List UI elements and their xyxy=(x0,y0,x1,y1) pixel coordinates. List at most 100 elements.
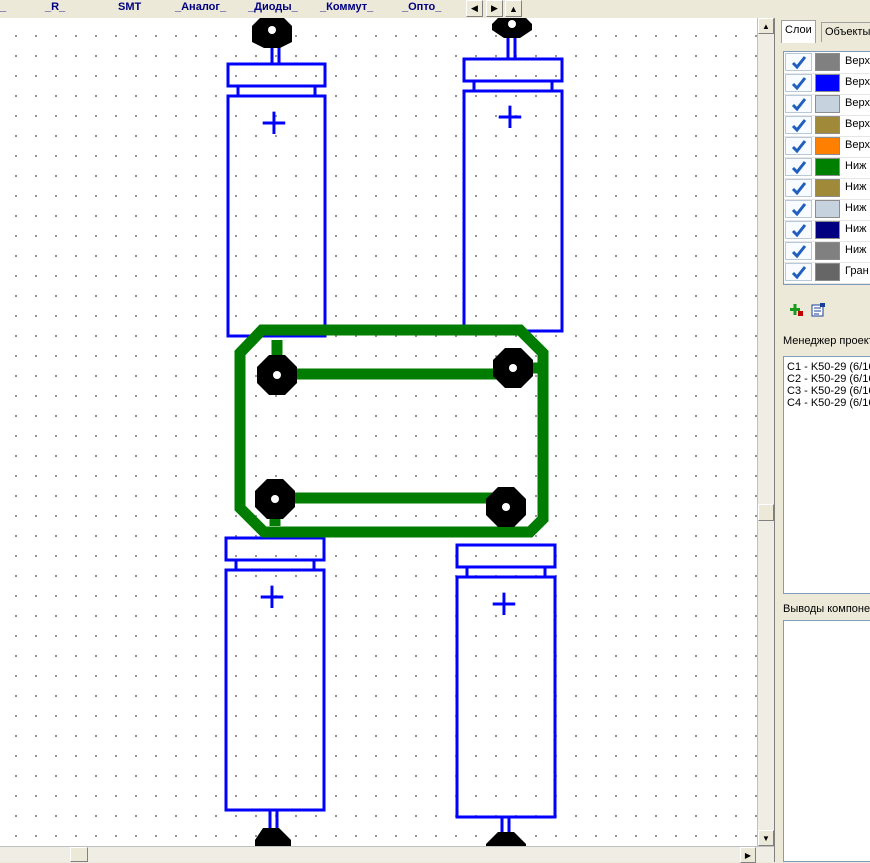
canvas-horizontal-scrollbar[interactable]: ▶ xyxy=(0,846,774,863)
tab-objects[interactable]: Объекты xyxy=(821,22,870,42)
layer-visible-checkbox[interactable] xyxy=(785,137,812,155)
layer-color-swatch[interactable] xyxy=(815,242,840,260)
layer-color-swatch[interactable] xyxy=(815,95,840,113)
layer-name: Ниж xyxy=(845,223,867,235)
project-manager-list[interactable]: C1 - K50-29 (6/16 C2 - K50-29 (6/16 C3 -… xyxy=(783,356,870,594)
tabs-scroll-left-icon[interactable]: ◀ xyxy=(466,0,483,17)
layer-color-swatch[interactable] xyxy=(815,53,840,71)
layer-name: Верх xyxy=(845,97,870,109)
capacitor-c3-cap xyxy=(224,536,326,562)
layer-row[interactable]: Верх xyxy=(784,136,870,158)
layer-color-swatch[interactable] xyxy=(815,200,840,218)
layer-name: Верх xyxy=(845,118,870,130)
layer-visible-checkbox[interactable] xyxy=(785,74,812,92)
layer-visible-checkbox[interactable] xyxy=(785,179,812,197)
capacitor-c4-cap xyxy=(455,543,557,569)
add-layer-icon[interactable] xyxy=(788,302,804,318)
vertical-scroll-thumb[interactable] xyxy=(758,504,774,521)
list-item[interactable]: C2 - K50-29 (6/16 xyxy=(784,373,870,385)
layer-color-swatch[interactable] xyxy=(815,221,840,239)
layer-properties-icon[interactable] xyxy=(810,302,826,318)
layer-name: Гран xyxy=(845,265,869,277)
layer-name: Ниж xyxy=(845,202,867,214)
layer-name: Ниж xyxy=(845,181,867,193)
pad-hole-6 xyxy=(508,20,516,28)
check-icon xyxy=(791,224,807,238)
pad-hole-5 xyxy=(268,26,276,34)
component-pins-label: Выводы компонента xyxy=(783,603,870,615)
list-item[interactable]: C3 - K50-29 (6/16 xyxy=(784,385,870,397)
layer-name: Верх xyxy=(845,76,870,88)
horizontal-scroll-thumb[interactable] xyxy=(70,847,88,862)
tabs-scroll-right-icon[interactable]: ▶ xyxy=(486,0,503,17)
layer-visible-checkbox[interactable] xyxy=(785,263,812,281)
layer-color-swatch[interactable] xyxy=(815,158,840,176)
capacitor-c1-plus: + xyxy=(259,102,289,143)
check-icon xyxy=(791,56,807,70)
layer-row[interactable]: Ниж xyxy=(784,241,870,263)
layer-row[interactable]: Ниж xyxy=(784,157,870,179)
layer-color-swatch[interactable] xyxy=(815,179,840,197)
project-manager-label: Менеджер проекта xyxy=(783,335,870,347)
layer-color-swatch[interactable] xyxy=(815,137,840,155)
layer-name: Верх xyxy=(845,55,870,67)
library-tab-partial[interactable]: _ xyxy=(0,1,6,13)
layer-row[interactable]: Ниж xyxy=(784,220,870,242)
check-icon xyxy=(791,119,807,133)
check-icon xyxy=(791,161,807,175)
library-tab-r[interactable]: _R_ xyxy=(45,1,65,13)
layer-visible-checkbox[interactable] xyxy=(785,116,812,134)
pad-hole-2 xyxy=(509,364,517,372)
check-icon xyxy=(791,245,807,259)
library-tabs: _ _R_ SMT _Аналог_ _Диоды_ _Коммут_ _Опт… xyxy=(0,0,522,19)
canvas-vertical-scrollbar[interactable]: ▲ ▼ xyxy=(757,18,774,846)
layer-row[interactable]: Верх xyxy=(784,52,870,74)
layer-row[interactable]: Верх xyxy=(784,94,870,116)
check-icon xyxy=(791,266,807,280)
layer-color-swatch[interactable] xyxy=(815,74,840,92)
check-icon xyxy=(791,182,807,196)
scroll-up-icon[interactable]: ▲ xyxy=(758,18,774,34)
layer-visible-checkbox[interactable] xyxy=(785,53,812,71)
pad-hole-3 xyxy=(271,495,279,503)
library-tab-diodes[interactable]: _Диоды_ xyxy=(248,1,298,13)
pcb-canvas[interactable]: + + + + xyxy=(0,18,757,846)
library-tab-opto[interactable]: _Опто_ xyxy=(402,1,441,13)
capacitor-c3-plus: + xyxy=(257,576,287,617)
capacitor-c4-plus: + xyxy=(489,583,519,624)
layer-row[interactable]: Верх xyxy=(784,115,870,137)
layer-row[interactable]: Ниж xyxy=(784,178,870,200)
library-tab-analog[interactable]: _Аналог_ xyxy=(175,1,226,13)
pad-hole-1 xyxy=(273,371,281,379)
layer-visible-checkbox[interactable] xyxy=(785,158,812,176)
list-item[interactable]: C1 - K50-29 (6/16 xyxy=(784,361,870,373)
layer-row[interactable]: Гран xyxy=(784,262,870,284)
tab-layers[interactable]: Слои xyxy=(781,20,816,43)
pad-c3-pin2 xyxy=(255,828,291,846)
layer-color-swatch[interactable] xyxy=(815,116,840,134)
layer-name: Ниж xyxy=(845,244,867,256)
layer-row[interactable]: Верх xyxy=(784,73,870,95)
layer-visible-checkbox[interactable] xyxy=(785,95,812,113)
component-pins-list[interactable] xyxy=(783,620,870,862)
scroll-down-icon[interactable]: ▼ xyxy=(758,830,774,846)
pcb-drawing: + + + + xyxy=(224,18,564,846)
layer-visible-checkbox[interactable] xyxy=(785,242,812,260)
layer-visible-checkbox[interactable] xyxy=(785,221,812,239)
pad-c4-pin2 xyxy=(486,832,526,846)
layer-row[interactable]: Ниж xyxy=(784,199,870,221)
capacitor-c2-plus: + xyxy=(495,96,525,137)
library-tab-smt[interactable]: SMT xyxy=(118,1,141,13)
scroll-right-icon[interactable]: ▶ xyxy=(740,847,756,863)
pad-hole-4 xyxy=(502,503,510,511)
layer-visible-checkbox[interactable] xyxy=(785,200,812,218)
list-item[interactable]: C4 - K50-29 (6/16 xyxy=(784,397,870,409)
library-tab-switch[interactable]: _Коммут_ xyxy=(320,1,373,13)
check-icon xyxy=(791,203,807,217)
layer-name: Ниж xyxy=(845,160,867,172)
capacitor-c2-cap xyxy=(462,57,564,83)
tabs-scroll-up-icon[interactable]: ▲ xyxy=(505,0,522,17)
layer-color-swatch[interactable] xyxy=(815,263,840,281)
capacitor-c1-cap xyxy=(226,62,327,88)
check-icon xyxy=(791,77,807,91)
